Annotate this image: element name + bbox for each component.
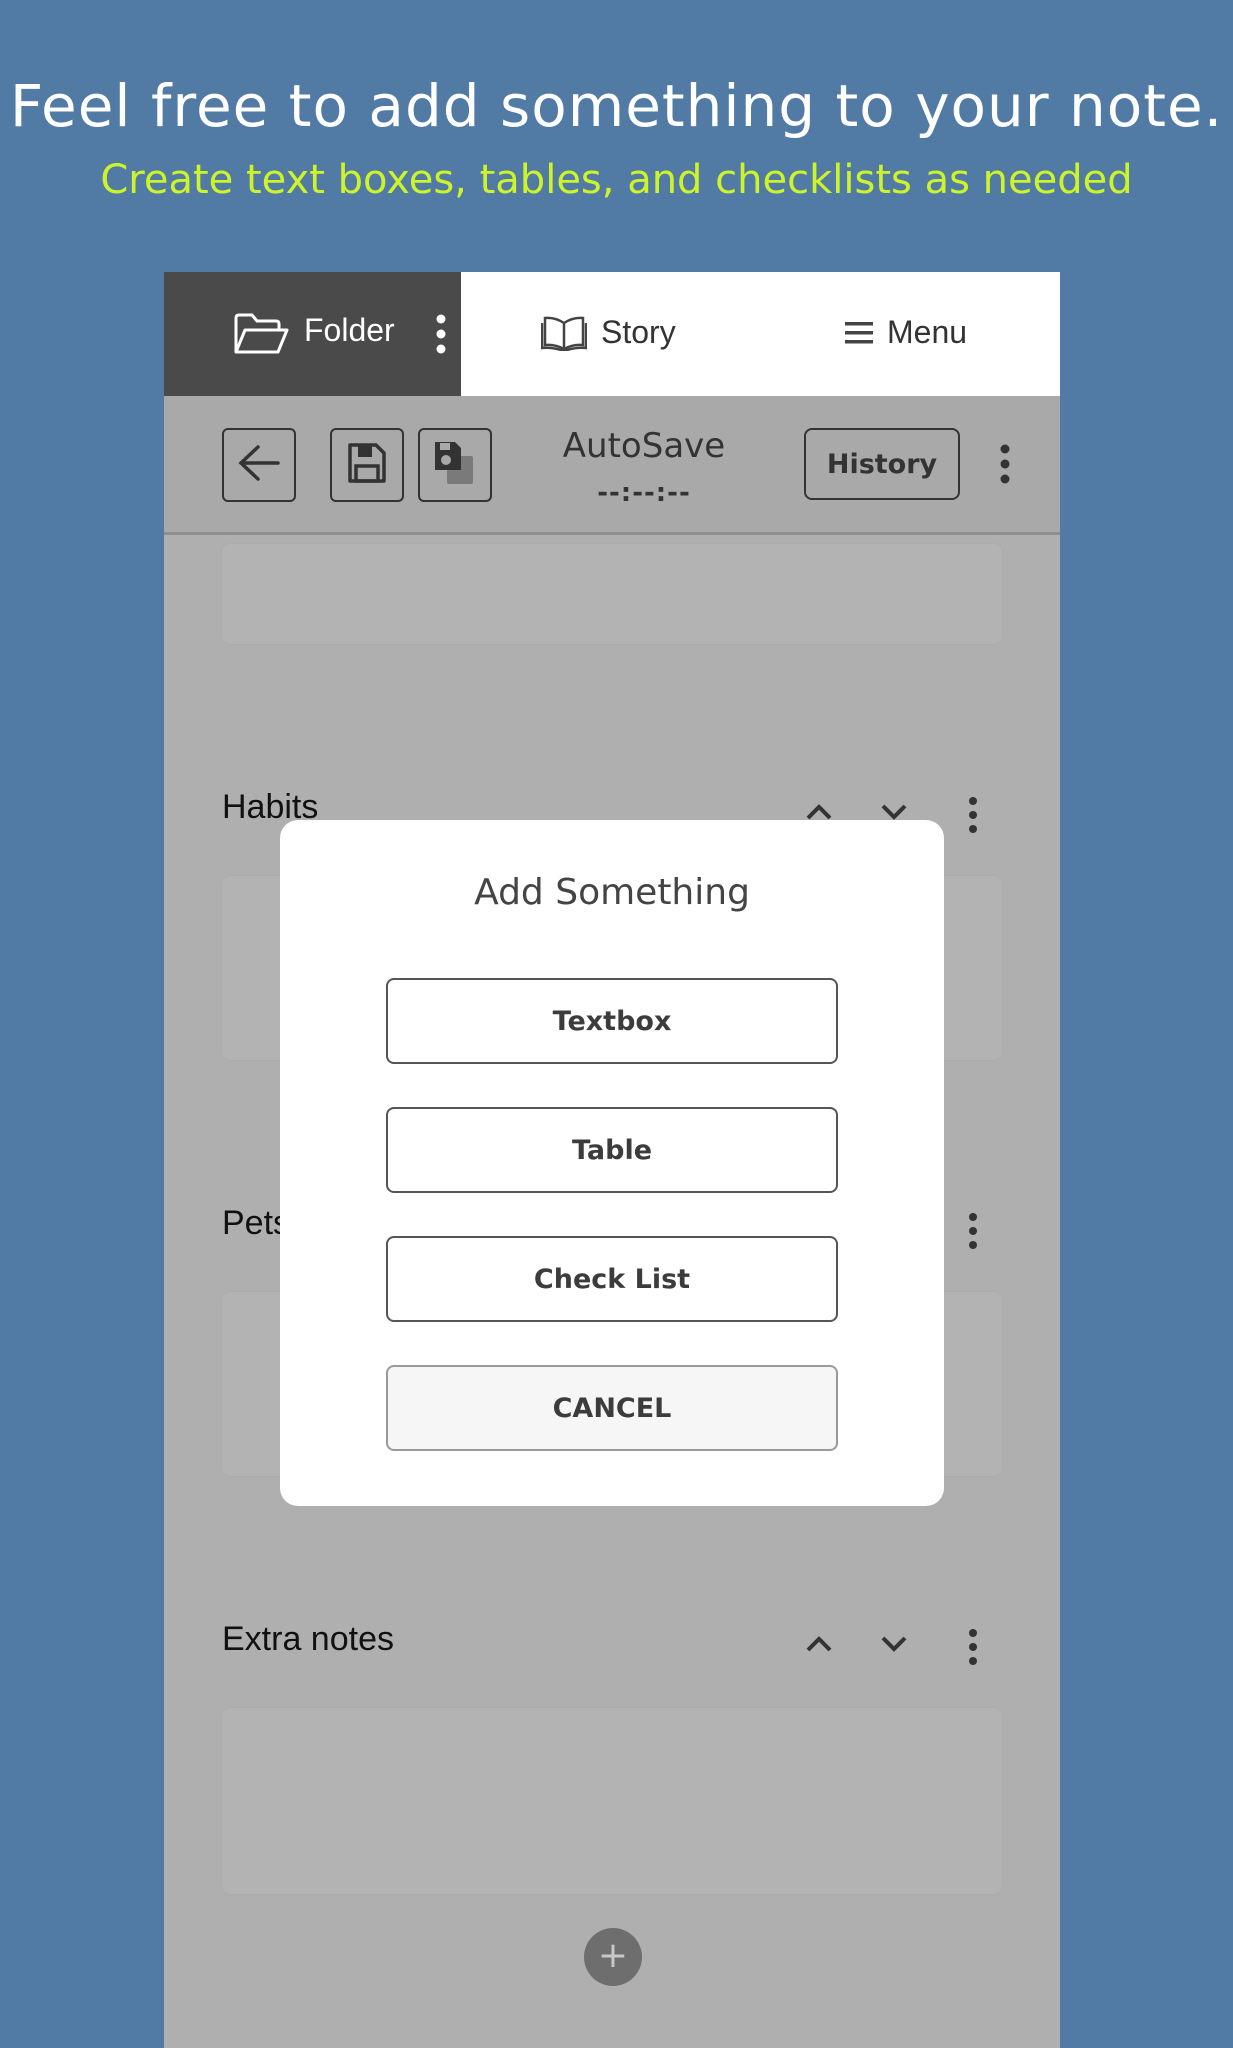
tab-story[interactable]: Story [461, 272, 761, 396]
promo-subtitle: Create text boxes, tables, and checklist… [100, 157, 1133, 203]
tab-menu-label: Menu [887, 314, 968, 350]
folder-open-icon [232, 312, 290, 360]
folder-more-icon[interactable] [436, 314, 446, 358]
back-button[interactable] [222, 428, 296, 502]
history-button[interactable]: History [804, 428, 960, 500]
section-more-icon[interactable] [968, 796, 978, 840]
section-content-box[interactable] [222, 1708, 1002, 1894]
section-more-icon[interactable] [968, 1212, 978, 1256]
autosave-label: AutoSave [562, 426, 726, 466]
section-more-icon[interactable] [968, 1628, 978, 1672]
autosave-time: --:--:-- [597, 478, 691, 508]
move-down-icon[interactable] [879, 1634, 909, 1658]
checklist-button[interactable]: Check List [386, 1236, 838, 1322]
hamburger-icon [845, 322, 873, 348]
floppy-disk-icon [347, 442, 387, 488]
cancel-button[interactable]: CANCEL [386, 1365, 838, 1451]
top-nav: Folder Story Menu [164, 272, 1060, 396]
dialog-title: Add Something [474, 872, 750, 913]
book-open-icon [540, 315, 588, 355]
floppy-disk-copy-icon [433, 440, 477, 490]
save-button[interactable] [330, 428, 404, 502]
tab-folder[interactable]: Folder [164, 272, 461, 396]
textbox-button[interactable]: Textbox [386, 978, 838, 1064]
arrow-left-icon [236, 443, 282, 487]
promo-title: Feel free to add something to your note. [9, 72, 1224, 140]
section-title-extra-notes: Extra notes [222, 1620, 394, 1658]
tab-menu[interactable]: Menu [761, 272, 1060, 396]
section-content-box[interactable] [222, 544, 1002, 644]
tab-story-label: Story [601, 314, 676, 350]
toolbar-more-icon[interactable] [1000, 444, 1010, 488]
editor-toolbar: AutoSave --:--:-- History [164, 396, 1060, 535]
tab-folder-label: Folder [304, 312, 395, 348]
table-button[interactable]: Table [386, 1107, 838, 1193]
add-something-dialog: Add Something Textbox Table Check List C… [280, 820, 944, 1506]
move-up-icon[interactable] [804, 1634, 834, 1658]
save-as-button[interactable] [418, 428, 492, 502]
add-something-button[interactable]: + [584, 1928, 642, 1986]
